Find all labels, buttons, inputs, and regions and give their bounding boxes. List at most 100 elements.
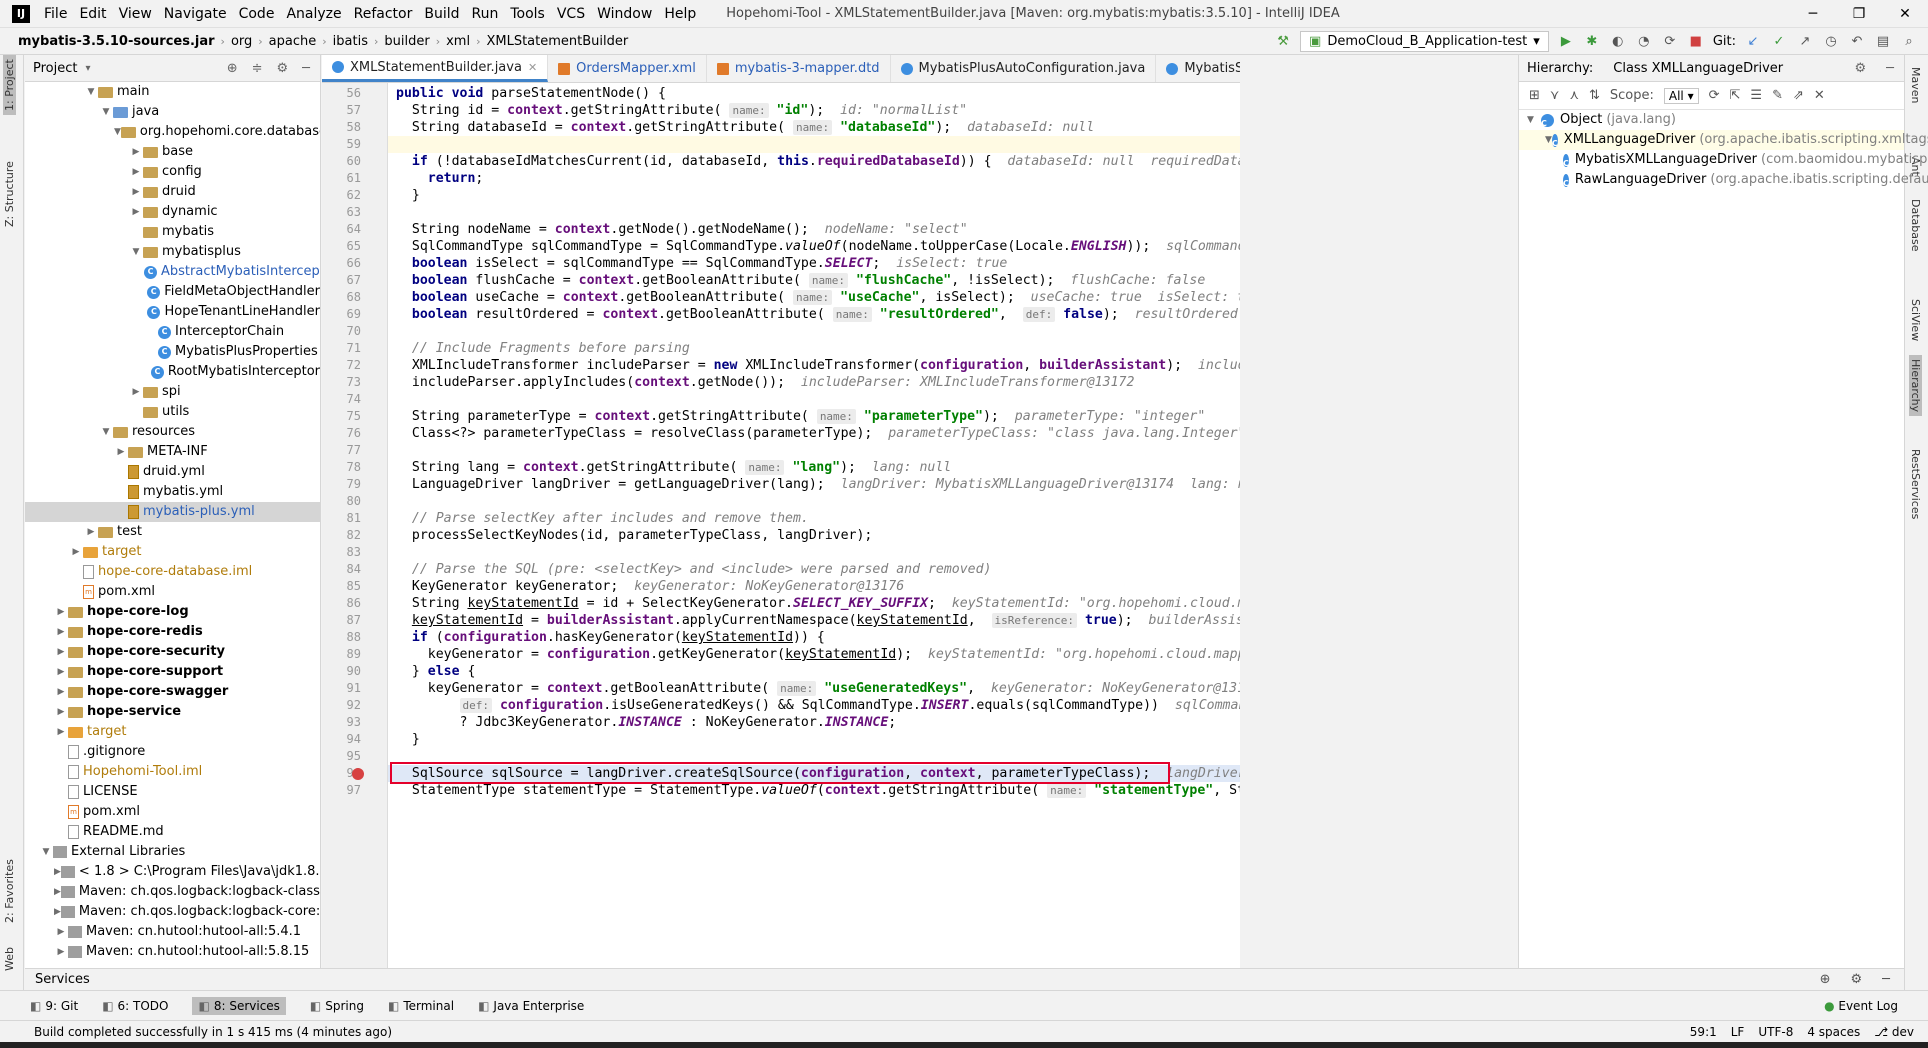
code-line[interactable]: KeyGenerator keyGenerator; keyGenerator:… (396, 578, 904, 595)
expand-all-icon[interactable]: ☰ (1750, 88, 1762, 103)
line-separator[interactable]: LF (1731, 1025, 1745, 1039)
line-number[interactable]: 65 (322, 238, 361, 255)
line-number[interactable]: 80 (322, 493, 361, 510)
line-number[interactable]: 77 (322, 442, 361, 459)
minimize-icon[interactable]: ─ (1790, 0, 1836, 28)
code-line[interactable]: // Include Fragments before parsing (396, 340, 690, 357)
project-tree-item[interactable]: README.md (25, 822, 320, 842)
database-tool-tab[interactable]: Database (1909, 195, 1922, 256)
menu-window[interactable]: Window (591, 6, 658, 22)
code-line[interactable]: if (configuration.hasKeyGenerator(keySta… (396, 629, 825, 646)
line-number[interactable]: 90 (322, 663, 361, 680)
line-number[interactable]: 61 (322, 170, 361, 187)
collapse-arrow-icon[interactable]: ▶ (84, 522, 98, 542)
line-number[interactable]: 66 (322, 255, 361, 272)
collapse-arrow-icon[interactable]: ▶ (54, 622, 68, 642)
collapse-arrow-icon[interactable]: ▶ (54, 942, 68, 962)
collapse-arrow-icon[interactable]: ▶ (129, 202, 143, 222)
breadcrumb-item[interactable]: builder (378, 34, 435, 49)
line-number[interactable]: 79 (322, 476, 361, 493)
editor-tab[interactable]: mybatis-3-mapper.dtd (707, 55, 891, 82)
supertypes-icon[interactable]: ⋎ (1550, 88, 1560, 103)
collapse-arrow-icon[interactable]: ▶ (54, 682, 68, 702)
code-line[interactable]: public void parseStatementNode() { (396, 85, 666, 102)
line-number[interactable]: 84 (322, 561, 361, 578)
line-number[interactable]: 85 (322, 578, 361, 595)
project-tree-item[interactable]: LICENSE (25, 782, 320, 802)
favorites-tool-tab[interactable]: 2: Favorites (3, 847, 16, 927)
project-tree-item[interactable]: ▶ test (25, 522, 320, 542)
project-tree-item[interactable]: ▶ config (25, 162, 320, 182)
collapse-arrow-icon[interactable]: ▶ (54, 602, 68, 622)
code-line[interactable]: String nodeName = context.getNode().getN… (396, 221, 968, 238)
project-tree-item[interactable]: ▶ hope-service (25, 702, 320, 722)
hierarchy-item[interactable]: ▼ C XMLLanguageDriver (org.apache.ibatis.sc… (1519, 130, 1928, 150)
project-tree-item[interactable]: ▼ resources (25, 422, 320, 442)
line-number[interactable]: 71 (322, 340, 361, 357)
project-tree-item[interactable]: ▶ Maven: ch.qos.logback:logback-core:1.2.… (25, 902, 320, 922)
code-line[interactable]: } (396, 187, 420, 204)
menu-run[interactable]: Run (466, 6, 505, 22)
file-encoding[interactable]: UTF-8 (1758, 1025, 1793, 1039)
type-hierarchy-icon[interactable]: ⊞ (1529, 88, 1540, 103)
code-line[interactable]: boolean useCache = context.getBooleanAtt… (396, 289, 1240, 306)
breadcrumb-item[interactable]: mybatis-3.5.10-sources.jar (0, 34, 221, 49)
code-line[interactable]: // Parse selectKey after includes and re… (396, 510, 809, 527)
subtypes-icon[interactable]: ⋏ (1569, 88, 1579, 103)
structure-tool-tab[interactable]: Z: Structure (3, 151, 16, 231)
code-line[interactable]: def: configuration.isUseGeneratedKeys() … (396, 697, 1240, 714)
menu-edit[interactable]: Edit (73, 6, 112, 22)
collapse-arrow-icon[interactable]: ▶ (69, 542, 83, 562)
project-tree-item[interactable]: C MybatisPlusProperties (25, 342, 320, 362)
project-tree-item[interactable]: ▶ hope-core-swagger (25, 682, 320, 702)
code-line[interactable]: includeParser.applyIncludes(context.getN… (396, 374, 1135, 391)
expand-arrow-icon[interactable]: ▼ (84, 82, 98, 102)
debug-icon[interactable]: ✱ (1583, 33, 1601, 51)
menu-tools[interactable]: Tools (504, 6, 551, 22)
restore-icon[interactable]: ❐ (1836, 0, 1882, 28)
expand-arrow-icon[interactable]: ▼ (1527, 110, 1541, 130)
menu-file[interactable]: File (38, 6, 73, 22)
tool-tab-terminal[interactable]: ◧ Terminal (388, 999, 454, 1013)
menu-view[interactable]: View (113, 6, 158, 22)
git-commit-icon[interactable]: ✓ (1770, 33, 1788, 51)
collapse-arrow-icon[interactable]: ▶ (54, 662, 68, 682)
collapse-arrow-icon[interactable]: ▶ (54, 862, 61, 882)
caret-position[interactable]: 59:1 (1690, 1025, 1717, 1039)
export-icon[interactable]: ⇗ (1793, 88, 1804, 103)
project-tree-item[interactable]: C AbstractMybatisIntercept (25, 262, 320, 282)
line-number[interactable]: 62 (322, 187, 361, 204)
close-tab-icon[interactable]: ✕ (528, 61, 537, 74)
close-icon[interactable]: ✕ (1814, 88, 1825, 103)
line-number[interactable]: 76 (322, 425, 361, 442)
code-line[interactable]: boolean resultOrdered = context.getBoole… (396, 306, 1240, 323)
code-line[interactable]: if (!databaseIdMatchesCurrent(id, databa… (396, 153, 1240, 170)
project-tree-item[interactable]: m pom.xml (25, 802, 320, 822)
code-line[interactable]: SqlCommandType sqlCommandType = SqlComma… (396, 238, 1240, 255)
tool-tab-spring[interactable]: ◧ Spring (310, 999, 364, 1013)
breakpoint-icon[interactable] (352, 768, 364, 780)
chevron-down-icon[interactable]: ▾ (85, 63, 90, 74)
hide-icon[interactable]: ─ (1886, 61, 1904, 76)
project-tree-item[interactable]: ▶ Maven: cn.hutool:hutool-all:5.8.15 (25, 942, 320, 962)
project-tree-item[interactable]: ▶ META-INF (25, 442, 320, 462)
expand-arrow-icon[interactable]: ▼ (99, 102, 113, 122)
breadcrumb-item[interactable]: org (225, 34, 258, 49)
gear-icon[interactable]: ⚙ (277, 61, 289, 76)
project-tree-item[interactable]: ▼ main (25, 82, 320, 102)
project-view-label[interactable]: Project (33, 61, 77, 76)
line-number[interactable]: 91 (322, 680, 361, 697)
autoscroll-icon[interactable]: ⇱ (1730, 88, 1741, 103)
expand-arrow-icon[interactable]: ▼ (99, 422, 113, 442)
breadcrumb-item[interactable]: xml (440, 34, 476, 49)
close-icon[interactable]: ✕ (1882, 0, 1928, 28)
collapse-arrow-icon[interactable]: ▶ (54, 642, 68, 662)
collapse-arrow-icon[interactable]: ▶ (54, 702, 68, 722)
collapse-arrow-icon[interactable]: ▶ (129, 182, 143, 202)
menu-navigate[interactable]: Navigate (158, 6, 233, 22)
code-line[interactable]: processSelectKeyNodes(id, parameterTypeC… (396, 527, 873, 544)
line-number[interactable]: 60 (322, 153, 361, 170)
code-line[interactable]: // Parse the SQL (pre: <selectKey> and <… (396, 561, 992, 578)
git-branch[interactable]: ⎇ dev (1874, 1025, 1914, 1039)
project-tree-item[interactable]: ▶ Maven: ch.qos.logback:logback-classic:1… (25, 882, 320, 902)
